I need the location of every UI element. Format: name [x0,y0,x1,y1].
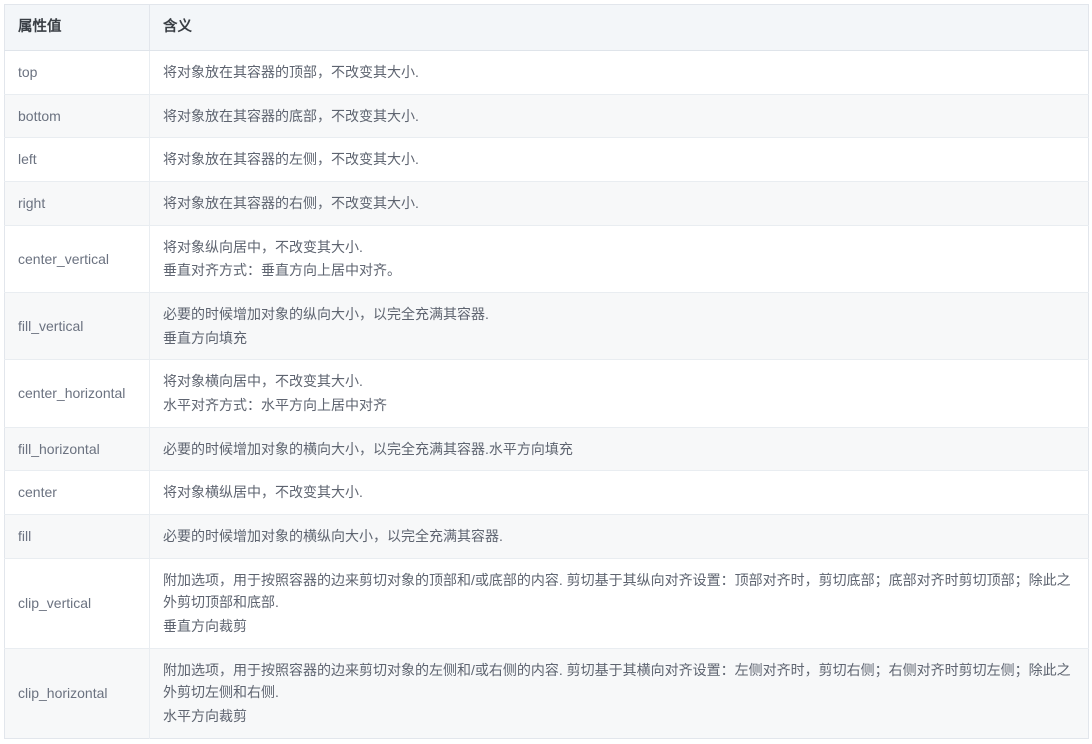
cell-meaning: 附加选项，用于按照容器的边来剪切对象的左侧和/或右侧的内容. 剪切基于其横向对齐… [149,647,1089,739]
table-row: right 将对象放在其容器的右侧，不改变其大小. [4,181,1089,226]
meaning-line: 必要的时候增加对象的横纵向大小，以完全充满其容器. [163,528,503,545]
cell-meaning: 将对象横纵居中，不改变其大小. [149,470,1089,515]
meaning-line: 将对象横向居中，不改变其大小. [163,373,363,390]
table-row: left 将对象放在其容器的左侧，不改变其大小. [4,137,1089,182]
cell-meaning: 将对象放在其容器的底部，不改变其大小. [149,93,1089,138]
cell-attribute-value: bottom [4,93,150,138]
meaning-line: 附加选项，用于按照容器的边来剪切对象的顶部和/或底部的内容. 剪切基于其纵向对齐… [163,571,1071,611]
cell-attribute-value: center [4,470,150,515]
cell-meaning: 将对象横向居中，不改变其大小. 水平对齐方式：水平方向上居中对齐 [149,359,1089,428]
cell-attribute-value: fill_horizontal [4,426,150,471]
column-header-meaning: 含义 [149,4,1089,52]
table-row: clip_vertical 附加选项，用于按照容器的边来剪切对象的顶部和/或底部的… [4,557,1089,649]
meaning-line: 将对象纵向居中，不改变其大小. [163,238,363,255]
cell-attribute-value: fill [4,514,150,559]
table-body: top 将对象放在其容器的顶部，不改变其大小. bottom 将对象放在其容器的底部，… [4,50,1089,739]
cell-meaning: 将对象纵向居中，不改变其大小. 垂直对齐方式：垂直方向上居中对齐。 [149,224,1089,293]
meaning-line: 将对象放在其容器的右侧，不改变其大小. [163,195,419,212]
meaning-line: 水平方向裁剪 [163,708,247,725]
table-header-row: 属性值 含义 [4,4,1089,52]
table-row: top 将对象放在其容器的顶部，不改变其大小. [4,50,1089,95]
cell-attribute-value: right [4,181,150,226]
meaning-line: 将对象放在其容器的底部，不改变其大小. [163,107,419,124]
cell-meaning: 必要的时候增加对象的横纵向大小，以完全充满其容器. [149,514,1089,559]
table-header: 属性值 含义 [4,4,1089,52]
cell-attribute-value: clip_horizontal [4,647,150,739]
table-row: center 将对象横纵居中，不改变其大小. [4,470,1089,515]
table-row: bottom 将对象放在其容器的底部，不改变其大小. [4,93,1089,138]
meaning-line: 必要的时候增加对象的纵向大小，以完全充满其容器. [163,306,489,323]
table-row: fill_vertical 必要的时候增加对象的纵向大小，以完全充满其容器. 垂直方… [4,292,1089,360]
meaning-line: 水平对齐方式：水平方向上居中对齐 [163,397,387,414]
cell-attribute-value: center_horizontal [4,359,150,428]
meaning-line: 附加选项，用于按照容器的边来剪切对象的左侧和/或右侧的内容. 剪切基于其横向对齐… [163,661,1071,701]
cell-meaning: 将对象放在其容器的右侧，不改变其大小. [149,181,1089,226]
cell-meaning: 将对象放在其容器的左侧，不改变其大小. [149,137,1089,182]
meaning-line: 必要的时候增加对象的横向大小，以完全充满其容器.水平方向填充 [163,440,573,457]
meaning-line: 垂直方向填充 [163,329,247,346]
cell-meaning: 将对象放在其容器的顶部，不改变其大小. [149,50,1089,95]
meaning-line: 将对象横纵居中，不改变其大小. [163,484,363,501]
cell-attribute-value: clip_vertical [4,557,150,649]
table-row: center_vertical 将对象纵向居中，不改变其大小. 垂直对齐方式：垂直方… [4,224,1089,293]
cell-attribute-value: top [4,50,150,95]
meaning-line: 垂直方向裁剪 [163,618,247,635]
cell-attribute-value: center_vertical [4,224,150,293]
cell-meaning: 附加选项，用于按照容器的边来剪切对象的顶部和/或底部的内容. 剪切基于其纵向对齐… [149,557,1089,649]
meaning-line: 将对象放在其容器的顶部，不改变其大小. [163,64,419,81]
table-row: fill_horizontal 必要的时候增加对象的横向大小，以完全充满其容器.水… [4,426,1089,471]
meaning-line: 将对象放在其容器的左侧，不改变其大小. [163,151,419,168]
table-row: clip_horizontal 附加选项，用于按照容器的边来剪切对象的左侧和/或右… [4,647,1089,739]
table-row: center_horizontal 将对象横向居中，不改变其大小. 水平对齐方式：水… [4,359,1089,428]
cell-meaning: 必要的时候增加对象的横向大小，以完全充满其容器.水平方向填充 [149,426,1089,471]
cell-attribute-value: left [4,137,150,182]
cell-attribute-value: fill_vertical [4,292,150,360]
column-header-value: 属性值 [4,4,150,52]
table-row: fill 必要的时候增加对象的横纵向大小，以完全充满其容器. [4,514,1089,559]
cell-meaning: 必要的时候增加对象的纵向大小，以完全充满其容器. 垂直方向填充 [149,292,1089,360]
attribute-values-table: 属性值 含义 top 将对象放在其容器的顶部，不改变其大小. bottom 将对象放在… [4,4,1089,739]
attribute-table-container: 属性值 含义 top 将对象放在其容器的顶部，不改变其大小. bottom 将对象放在… [0,0,1092,744]
meaning-line: 垂直对齐方式：垂直方向上居中对齐。 [163,262,401,279]
